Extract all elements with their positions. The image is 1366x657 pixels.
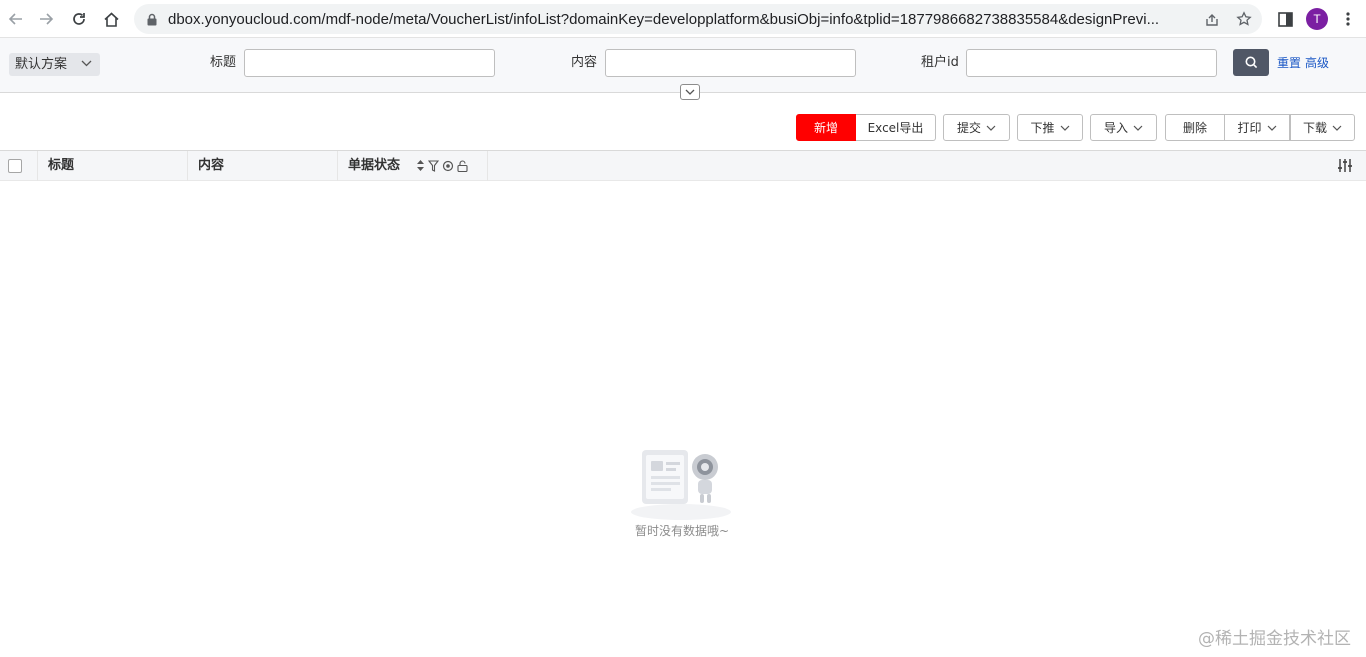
reset-link[interactable]: 重置 [1277, 54, 1301, 72]
submit-label: 提交 [956, 121, 981, 135]
chevron-down-icon [986, 125, 996, 131]
table-header: 标题 内容 单据状态 [0, 150, 1366, 181]
import-label: 导入 [1103, 121, 1128, 135]
scheme-select[interactable]: 默认方案 [9, 53, 100, 76]
print-label: 打印 [1237, 121, 1262, 135]
back-button[interactable] [4, 7, 28, 31]
home-icon [103, 11, 119, 27]
chevron-down-icon [685, 89, 695, 95]
share-button[interactable] [1203, 10, 1221, 28]
print-button[interactable]: 打印 [1225, 114, 1290, 141]
chevron-down-icon [81, 60, 92, 67]
chevron-down-icon [1267, 125, 1276, 131]
add-button[interactable]: 新增 [796, 114, 856, 141]
column-title-label: 标题 [48, 158, 75, 173]
star-icon [1236, 11, 1252, 26]
filter-label-content: 内容 [571, 55, 598, 70]
share-icon [1206, 14, 1218, 26]
submit-button[interactable]: 提交 [943, 114, 1010, 141]
status-column-tools [416, 159, 468, 172]
column-settings-icon[interactable] [442, 160, 454, 172]
content-input[interactable] [605, 49, 856, 77]
browser-toolbar: dbox.yonyoucloud.com/mdf-node/meta/Vouch… [0, 0, 1366, 38]
address-bar[interactable]: dbox.yonyoucloud.com/mdf-node/meta/Vouch… [134, 4, 1262, 34]
delete-label: 删除 [1182, 121, 1207, 135]
forward-button[interactable] [34, 7, 58, 31]
tenant-id-input[interactable] [966, 49, 1217, 77]
lock-icon [147, 13, 157, 26]
watermark: @稀土掘金技术社区 [1198, 629, 1351, 649]
filter-label-title: 标题 [210, 55, 237, 70]
arrow-left-icon [8, 13, 22, 25]
advanced-link[interactable]: 高级 [1305, 54, 1329, 72]
chevron-down-icon [1060, 125, 1069, 131]
excel-export-label: Excel导出 [867, 121, 924, 135]
delete-button[interactable]: 删除 [1165, 114, 1225, 141]
column-content-label: 内容 [198, 158, 225, 173]
import-button[interactable]: 导入 [1090, 114, 1157, 141]
select-all-cell [0, 151, 38, 181]
arrow-right-icon [40, 13, 54, 25]
profile-avatar[interactable]: T [1306, 8, 1328, 30]
column-header-content[interactable]: 内容 [188, 151, 338, 181]
lock-open-icon[interactable] [457, 159, 468, 172]
url-text[interactable]: dbox.yonyoucloud.com/mdf-node/meta/Vouch… [168, 11, 1198, 29]
filter-label-tenant-id: 租户id [921, 55, 959, 70]
home-button[interactable] [99, 7, 123, 31]
push-down-label: 下推 [1030, 121, 1055, 135]
chevron-down-icon [1133, 125, 1143, 131]
excel-export-button[interactable]: Excel导出 [856, 114, 936, 141]
filter-collapse-toggle[interactable] [680, 84, 700, 100]
chevron-down-icon [1332, 125, 1342, 131]
more-vertical-icon [1346, 12, 1350, 26]
title-input[interactable] [244, 49, 495, 77]
add-button-label: 新增 [813, 121, 838, 135]
column-status-label: 单据状态 [348, 158, 401, 173]
bookmark-button[interactable] [1235, 10, 1253, 28]
search-icon [1245, 56, 1257, 69]
download-label: 下载 [1302, 121, 1327, 135]
download-button[interactable]: 下载 [1290, 114, 1355, 141]
empty-state-text: 暂时没有数据哦~ [634, 524, 730, 538]
table-settings-icon[interactable] [1337, 158, 1353, 173]
search-button[interactable] [1233, 49, 1269, 76]
empty-state-illustration-icon [631, 450, 731, 520]
browser-menu-button[interactable] [1336, 7, 1360, 31]
push-down-button[interactable]: 下推 [1017, 114, 1083, 141]
reload-button[interactable] [67, 7, 91, 31]
column-header-title[interactable]: 标题 [38, 151, 188, 181]
filter-icon[interactable] [428, 159, 439, 172]
side-panel-button[interactable] [1273, 7, 1297, 31]
select-all-checkbox[interactable] [8, 159, 22, 173]
reload-icon [73, 13, 85, 25]
side-panel-icon [1277, 11, 1293, 27]
sort-icon[interactable] [416, 159, 425, 172]
scheme-select-label: 默认方案 [15, 57, 68, 72]
